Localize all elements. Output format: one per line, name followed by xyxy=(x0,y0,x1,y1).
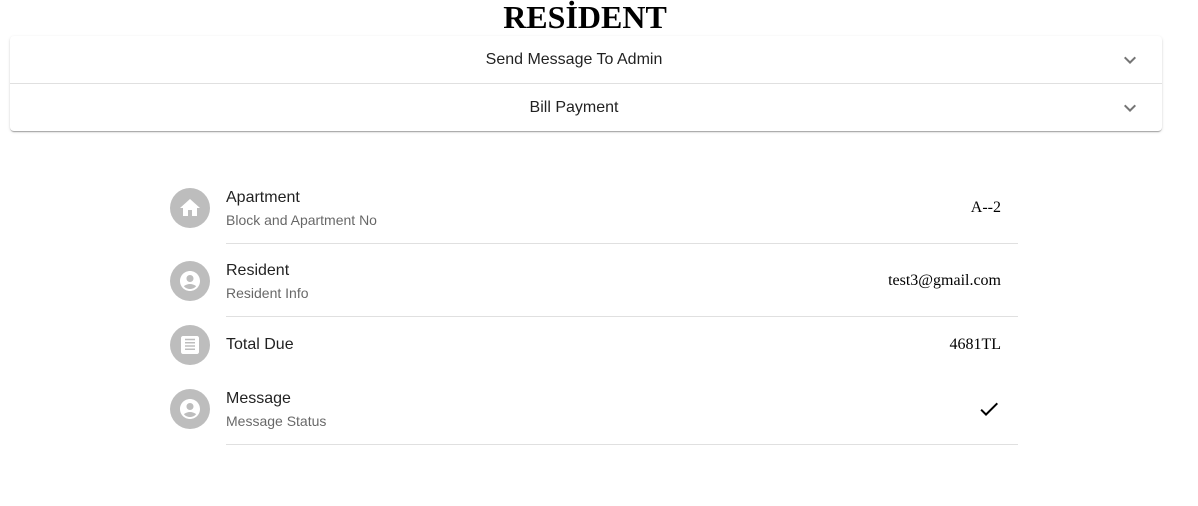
apartment-sublabel: Block and Apartment No xyxy=(226,211,377,228)
check-icon xyxy=(980,402,998,416)
resident-email-value: test3@gmail.com xyxy=(888,271,1001,289)
avatar xyxy=(170,389,210,429)
total-due-value: 4681TL xyxy=(949,336,1001,353)
list-item-apartment: Apartment Block and Apartment No A--2 xyxy=(170,171,1018,244)
list-item-text: Total Due xyxy=(226,333,1018,357)
avatar xyxy=(170,260,210,301)
avatar xyxy=(170,325,210,365)
divider xyxy=(226,444,1018,445)
message-label: Message xyxy=(226,390,291,407)
accordion-send-message-to-admin[interactable]: Send Message To Admin xyxy=(10,36,1162,83)
home-icon xyxy=(180,198,200,216)
page-title: RESİDENT xyxy=(503,0,667,35)
apartment-value: A--2 xyxy=(970,198,1001,216)
list-item-total-due: Total Due 4681TL xyxy=(170,317,1018,373)
list-item-message: Message Message Status xyxy=(170,373,1018,445)
total-due-label: Total Due xyxy=(226,336,294,353)
accordion-label: Send Message To Admin xyxy=(485,50,663,68)
accordion-label: Bill Payment xyxy=(529,98,619,116)
chevron-down-icon[interactable] xyxy=(1118,96,1142,120)
account-circle-icon xyxy=(180,399,200,419)
message-sublabel: Message Status xyxy=(226,413,327,429)
accordion-bill-payment[interactable]: Bill Payment xyxy=(10,83,1162,131)
resident-info-list: Apartment Block and Apartment No A--2 Re… xyxy=(170,171,1018,445)
apartment-label: Apartment xyxy=(226,188,300,206)
list-item-text: Message Message Status xyxy=(226,387,1018,431)
avatar xyxy=(170,187,210,228)
list-item-text: Apartment Block and Apartment No xyxy=(226,186,1018,230)
chevron-down-icon[interactable] xyxy=(1118,48,1142,72)
accordion: Send Message To Admin Bill Payment xyxy=(10,36,1162,131)
list-item-resident: Resident Resident Info test3@gmail.com xyxy=(170,244,1018,317)
receipt-icon xyxy=(181,336,199,354)
account-circle-icon xyxy=(180,270,200,291)
